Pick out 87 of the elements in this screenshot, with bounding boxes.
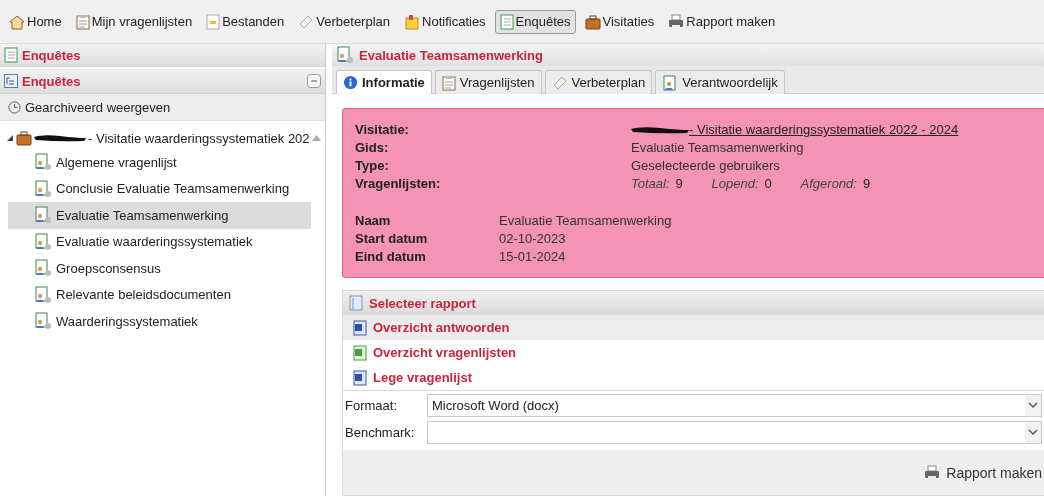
survey-icon — [34, 259, 52, 278]
tab[interactable]: Vragenlijsten — [434, 70, 542, 94]
field-label: Start datum — [355, 230, 429, 247]
toolbar-button[interactable]: Mijn vragenlijsten — [70, 9, 198, 34]
clock-icon — [8, 100, 21, 114]
notes-icon — [404, 13, 421, 30]
count-value: 9 — [675, 175, 684, 192]
word-document-icon — [353, 319, 367, 336]
toolbar-button[interactable]: Visitaties — [579, 9, 660, 34]
tag-icon — [551, 74, 568, 91]
scroll-up-icon[interactable] — [311, 134, 321, 142]
tag-icon — [298, 13, 315, 30]
survey-icon — [34, 232, 52, 251]
field-value: 02-10-2023 — [499, 230, 567, 247]
tree-item[interactable]: Relevante beleidsdocumenten — [8, 281, 311, 308]
clipboard-icon — [75, 13, 90, 30]
survey-icon — [34, 153, 52, 172]
count-label: Lopend: — [711, 175, 759, 192]
person-document-icon — [662, 74, 679, 91]
tree-item[interactable]: Conclusie Evaluatie Teamsamenwerking — [8, 175, 311, 202]
tree-item[interactable]: Evaluatie Teamsamenwerking — [8, 202, 311, 229]
field-value: Evaluatie Teamsamenwerking — [499, 212, 673, 229]
dropdown-caret-icon — [1025, 422, 1041, 443]
field-label: Vragenlijsten: — [355, 175, 442, 192]
toolbar-button[interactable]: Notificaties — [399, 9, 491, 34]
document-icon — [206, 13, 221, 30]
tree-item[interactable]: Waarderingssystematiek — [8, 308, 311, 335]
tree-title: Enquêtes — [22, 73, 81, 89]
info-icon — [343, 75, 358, 90]
clipboard-icon — [441, 74, 456, 91]
count-label: Totaal: — [631, 175, 670, 192]
form-label: Formaat: — [345, 398, 398, 413]
archive-toggle[interactable]: Gearchiveerd weergeven — [0, 94, 325, 121]
book-icon — [4, 47, 18, 63]
tab[interactable]: Verbeterplan — [544, 70, 653, 94]
survey-icon — [34, 206, 52, 225]
dropdown[interactable] — [427, 421, 1042, 444]
briefcase-icon — [584, 13, 601, 30]
tree-item[interactable]: Algemene vragenlijst — [8, 149, 311, 176]
tab[interactable]: Verantwoordelijk — [655, 70, 785, 94]
collapse-button[interactable] — [307, 74, 321, 88]
printer-icon — [924, 464, 941, 481]
document-icon — [349, 295, 363, 311]
home-icon — [9, 13, 25, 30]
tree-root[interactable]: - Visitatie waarderingssystematiek 202 — [0, 127, 325, 149]
visitatie-link[interactable]: - Visitatie waarderingssystematiek 2022 - 2024 — [689, 121, 959, 138]
redaction-mark — [631, 125, 689, 134]
field-value: Geselecteerde gebruikers — [631, 157, 781, 174]
report-option[interactable]: Lege vragenlijst — [343, 365, 1044, 390]
printer-icon — [668, 13, 685, 30]
count-value: 0 — [764, 175, 773, 192]
survey-icon — [34, 285, 52, 304]
toolbar-button[interactable]: Home — [4, 9, 67, 34]
survey-icon — [336, 46, 354, 64]
field-value: 15-01-2024 — [499, 248, 567, 265]
survey-icon — [34, 179, 52, 198]
field-label: Type: — [355, 157, 390, 174]
field-label: Eind datum — [355, 248, 427, 265]
count-value: 9 — [862, 175, 872, 192]
spreadsheet-icon — [353, 344, 367, 361]
panel-title: Enquêtes — [22, 47, 81, 63]
toolbar-button[interactable]: Rapport maken — [663, 9, 781, 34]
detail-title: Evaluatie Teamsamenwerking — [359, 47, 543, 63]
dropdown[interactable]: Microsoft Word (docx) — [427, 394, 1042, 417]
tree-view-icon — [4, 74, 18, 88]
word-document-icon — [353, 369, 367, 386]
create-report-button[interactable]: Rapport maken — [924, 464, 1042, 481]
report-option[interactable]: Overzicht vragenlijsten — [343, 340, 1044, 365]
dropdown-caret-icon — [1025, 395, 1041, 416]
field-label: Gids: — [355, 139, 390, 156]
field-label: Visitatie: — [355, 121, 410, 138]
field-value: Evaluatie Teamsamenwerking — [631, 139, 805, 156]
toolbar-button[interactable]: Enquêtes — [494, 9, 576, 34]
tree-root-label: - Visitatie waarderingssystematiek 202 — [88, 130, 310, 146]
tree-item[interactable]: Groepsconsensus — [8, 255, 311, 282]
briefcase-icon — [16, 130, 32, 146]
report-title: Selecteer rapport — [369, 295, 476, 311]
tree-item[interactable]: Evaluatie waarderingssystematiek — [8, 228, 311, 255]
redaction-mark — [34, 134, 86, 142]
field-label: Naam — [355, 212, 392, 229]
count-label: Afgerond: — [800, 175, 857, 192]
survey-icon — [34, 312, 52, 331]
book-icon — [499, 13, 514, 30]
toolbar-button[interactable]: Verbeterplan — [293, 9, 396, 34]
toolbar-button[interactable]: Bestanden — [201, 9, 290, 34]
tab[interactable]: Informatie — [336, 70, 432, 94]
form-label: Benchmark: — [345, 425, 416, 440]
